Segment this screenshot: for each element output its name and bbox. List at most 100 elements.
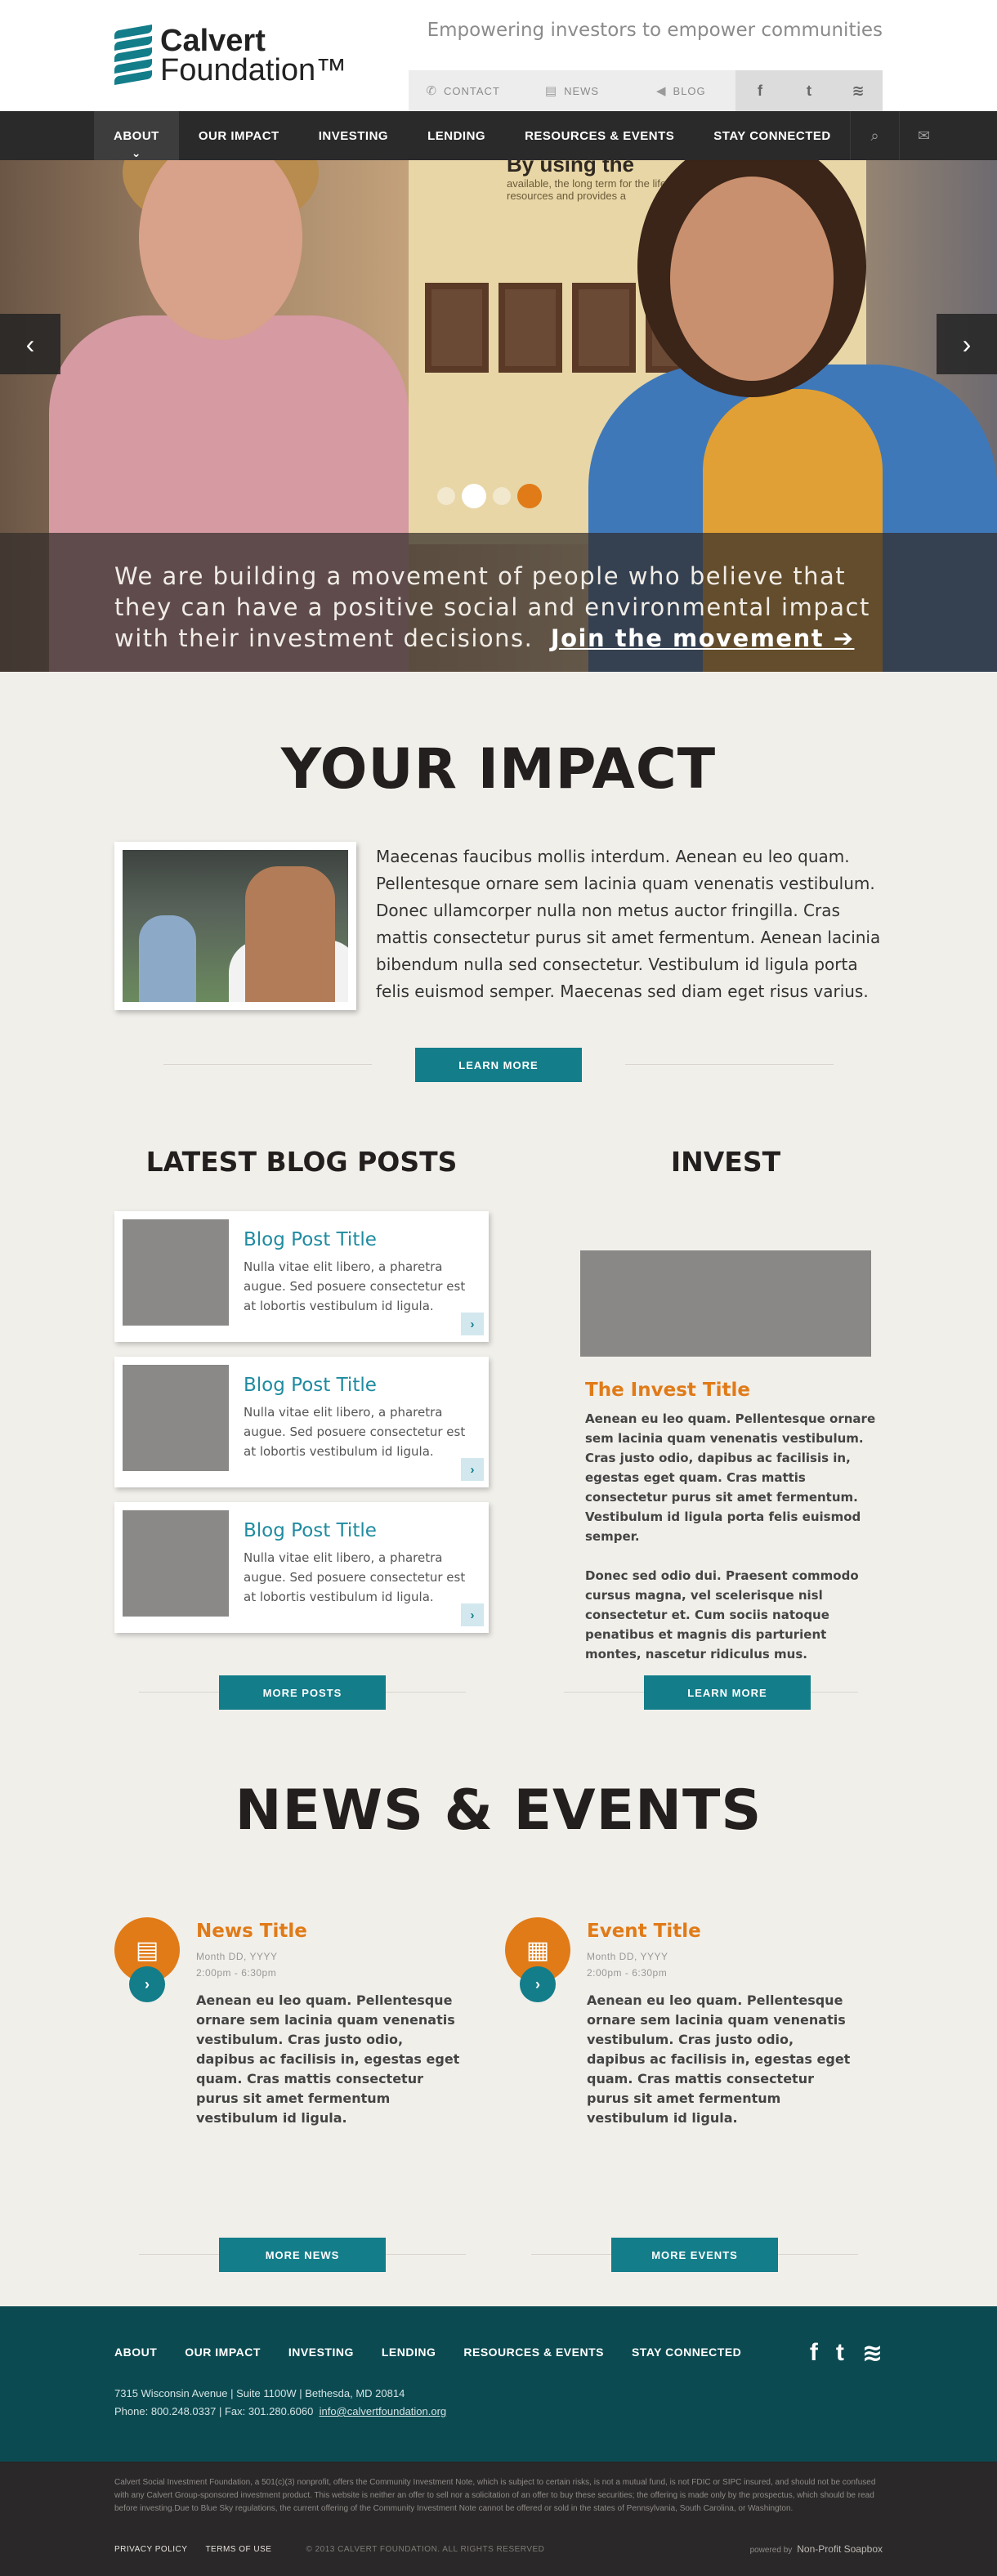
invest-title: INVEST — [670, 1146, 781, 1178]
chevron-right-icon[interactable]: › — [520, 1966, 556, 2002]
more-posts-button[interactable]: MORE POSTS — [219, 1675, 386, 1710]
impact-title: YOUR IMPACT — [280, 737, 717, 802]
powered-by[interactable]: powered by Non-Profit Soapbox — [750, 2543, 883, 2555]
footer-link-about[interactable]: ABOUT — [114, 2346, 157, 2359]
logo-line2: Foundation™ — [160, 53, 347, 87]
twitter-icon[interactable]: t — [836, 2339, 844, 2368]
blog-post-excerpt: Nulla vitae elit libero, a pharetra augu… — [244, 1550, 466, 1604]
legal-disclaimer: Calvert Social Investment Foundation, a … — [114, 2478, 876, 2513]
chevron-right-icon[interactable]: › — [461, 1603, 484, 1626]
nav-item-about[interactable]: ABOUT — [94, 111, 179, 160]
phone-fax: Phone: 800.248.0337 | Fax: 301.280.6060 — [114, 2405, 314, 2417]
news-events-section: NEWS & EVENTS ▤ › News Title Month DD, Y… — [0, 1767, 997, 2306]
news-events-title: NEWS & EVENTS — [235, 1778, 762, 1843]
terms-of-use-link[interactable]: TERMS OF USE — [205, 2545, 271, 2554]
blog-title: LATEST BLOG POSTS — [145, 1146, 458, 1178]
event-date: Month DD, YYYY — [587, 1951, 668, 1962]
page: Calvert Foundation™ Empowering investors… — [0, 0, 997, 2576]
phone-icon: ✆ — [426, 84, 438, 98]
news-link[interactable]: ▤ NEWS — [517, 70, 626, 111]
envelope-icon[interactable]: ✉ — [899, 111, 948, 160]
more-events-button[interactable]: MORE EVENTS — [611, 2238, 778, 2272]
impact-learn-more-button[interactable]: LEARN MORE — [415, 1048, 582, 1082]
divider — [625, 1064, 834, 1065]
blog-post-excerpt: Nulla vitae elit libero, a pharetra augu… — [244, 1405, 466, 1459]
site-header: Calvert Foundation™ Empowering investors… — [0, 0, 997, 111]
nav-item-our-impact[interactable]: OUR IMPACT — [179, 111, 299, 160]
rss-icon[interactable]: ≋ — [862, 2339, 883, 2368]
invest-item-title[interactable]: The Invest Title — [585, 1380, 750, 1401]
chevron-right-icon[interactable]: › — [461, 1458, 484, 1481]
chevron-right-icon[interactable]: › — [461, 1313, 484, 1335]
invest-image — [580, 1250, 871, 1357]
news-date: Month DD, YYYY — [196, 1951, 278, 1962]
impact-section: YOUR IMPACT Maecenas faucibus mollis int… — [0, 672, 997, 1146]
impact-text: Maecenas faucibus mollis interdum. Aenea… — [376, 847, 881, 1001]
facebook-icon[interactable]: f — [735, 70, 785, 111]
blog-post-excerpt: Nulla vitae elit libero, a pharetra augu… — [244, 1259, 466, 1313]
megaphone-icon: ◀ — [655, 84, 667, 98]
contact-link[interactable]: ✆ CONTACT — [409, 70, 517, 111]
rss-icon[interactable]: ≋ — [834, 70, 883, 111]
blog-invest-section: LATEST BLOG POSTS INVEST Blog Post Title… — [0, 1146, 997, 1767]
event-text: Aenean eu leo quam. Pellentesque ornare … — [587, 1992, 851, 2126]
slider-dots — [437, 484, 542, 508]
nav-item-investing[interactable]: INVESTING — [299, 111, 408, 160]
logo[interactable]: Calvert Foundation™ — [114, 24, 347, 87]
slide-dot[interactable] — [437, 487, 455, 505]
join-movement-link[interactable]: Join the movement ➔ — [551, 624, 855, 652]
facebook-icon[interactable]: f — [810, 2339, 818, 2368]
nav-item-resources-events[interactable]: RESOURCES & EVENTS — [505, 111, 694, 160]
news-title[interactable]: News Title — [196, 1921, 307, 1942]
blog-post-title[interactable]: Blog Post Title — [244, 1520, 377, 1541]
chevron-right-icon[interactable]: › — [129, 1966, 165, 2002]
tagline: Empowering investors to empower communit… — [427, 20, 883, 41]
invest-learn-more-button[interactable]: LEARN MORE — [644, 1675, 811, 1710]
more-news-button[interactable]: MORE NEWS — [219, 2238, 386, 2272]
slide-dot[interactable] — [517, 484, 542, 508]
news-text: Aenean eu leo quam. Pellentesque ornare … — [196, 1992, 460, 2126]
footer-link-investing[interactable]: INVESTING — [288, 2346, 354, 2359]
impact-photo — [114, 842, 356, 1010]
utility-bar: ✆ CONTACT ▤ NEWS ◀ BLOG f t ≋ — [409, 70, 883, 111]
blog-post-title[interactable]: Blog Post Title — [244, 1375, 377, 1396]
divider — [163, 1064, 372, 1065]
footer-link-our-impact[interactable]: OUR IMPACT — [185, 2346, 261, 2359]
next-slide-button[interactable]: › — [937, 314, 997, 374]
logo-line1: Calvert — [160, 24, 266, 58]
legal-bar: Calvert Social Investment Foundation, a … — [0, 2462, 997, 2576]
blog-post-title[interactable]: Blog Post Title — [244, 1229, 377, 1250]
footer-link-resources-events[interactable]: RESOURCES & EVENTS — [463, 2346, 604, 2359]
privacy-policy-link[interactable]: PRIVACY POLICY — [114, 2545, 187, 2554]
blog-thumbnail — [123, 1365, 229, 1471]
footer-link-stay-connected[interactable]: STAY CONNECTED — [632, 2346, 741, 2359]
search-icon[interactable]: ⌕ — [850, 111, 899, 160]
address-line: 7315 Wisconsin Avenue | Suite 1100W | Be… — [114, 2387, 405, 2399]
hero-slider: By using the available, the long term fo… — [0, 160, 997, 672]
footer-nav: ABOUT OUR IMPACT INVESTING LENDING RESOU… — [114, 2346, 741, 2359]
twitter-icon[interactable]: t — [785, 70, 834, 111]
main-nav: ABOUT OUR IMPACT INVESTING LENDING RESOU… — [0, 111, 997, 160]
footer-address: 7315 Wisconsin Avenue | Suite 1100W | Be… — [114, 2385, 446, 2421]
prev-slide-button[interactable]: ‹ — [0, 314, 60, 374]
blog-link[interactable]: ◀ BLOG — [627, 70, 735, 111]
blog-card[interactable]: Blog Post Title Nulla vitae elit libero,… — [114, 1211, 489, 1342]
newspaper-icon: ▤ — [544, 84, 558, 98]
news-time: 2:00pm - 6:30pm — [196, 1967, 277, 1979]
nav-item-stay-connected[interactable]: STAY CONNECTED — [694, 111, 850, 160]
blog-card[interactable]: Blog Post Title Nulla vitae elit libero,… — [114, 1357, 489, 1487]
slide-dot[interactable] — [493, 487, 511, 505]
blog-thumbnail — [123, 1510, 229, 1617]
footer-link-lending[interactable]: LENDING — [382, 2346, 436, 2359]
event-time: 2:00pm - 6:30pm — [587, 1967, 668, 1979]
event-title[interactable]: Event Title — [587, 1921, 701, 1942]
copyright: © 2013 CALVERT FOUNDATION. ALL RIGHTS RE… — [306, 2544, 545, 2554]
slide-dot-active[interactable] — [462, 484, 486, 508]
email-link[interactable]: info@calvertfoundation.org — [320, 2405, 447, 2417]
footer-social: f t ≋ — [810, 2339, 883, 2368]
invest-text: Aenean eu leo quam. Pellentesque ornare … — [585, 1411, 876, 1661]
blog-card[interactable]: Blog Post Title Nulla vitae elit libero,… — [114, 1502, 489, 1633]
hero-caption: We are building a movement of people who… — [0, 533, 997, 672]
nav-item-lending[interactable]: LENDING — [408, 111, 505, 160]
blog-thumbnail — [123, 1219, 229, 1326]
